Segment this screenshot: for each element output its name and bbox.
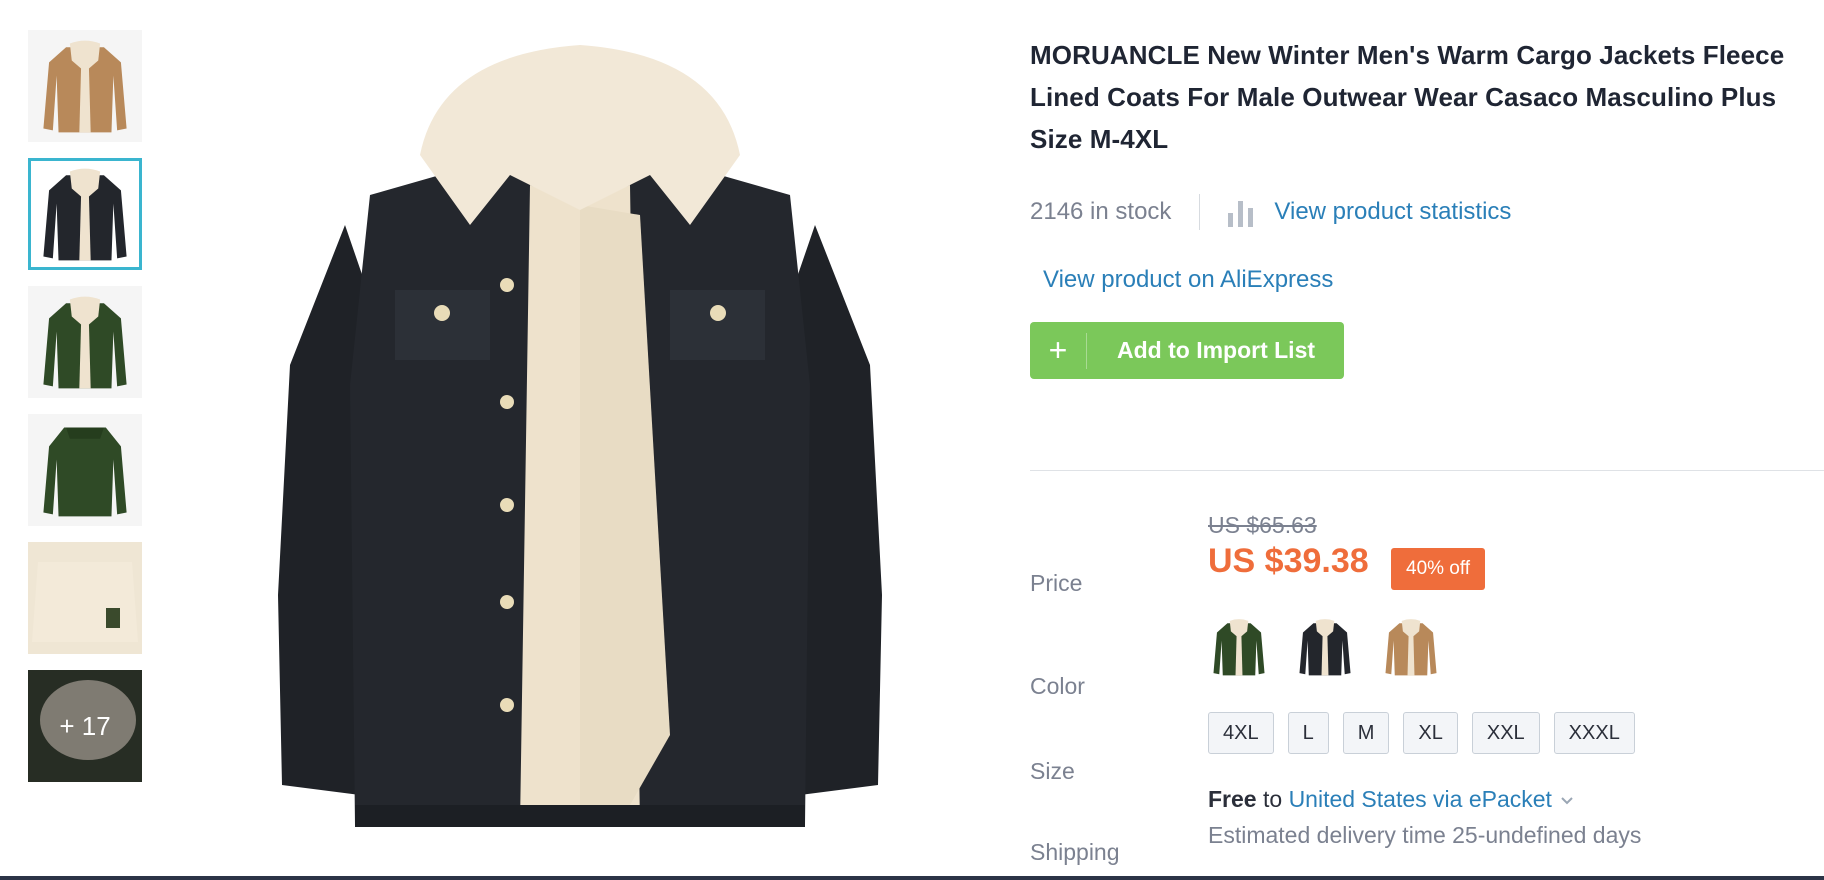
size-option-4xl[interactable]: 4XL [1208,712,1274,754]
product-title: MORUANCLE New Winter Men's Warm Cargo Ja… [1030,40,1785,154]
size-option-xxxl[interactable]: XXXL [1553,712,1635,754]
size-option-l[interactable]: L [1287,712,1329,754]
thumbnail-green-jacket-back[interactable] [28,414,142,526]
size-option-xl[interactable]: XL [1403,712,1458,754]
divider [1199,194,1201,230]
thumbnail-list: + 17 [28,30,143,798]
delivery-estimate: Estimated delivery time 25-undefined day… [1208,822,1642,848]
product-page: + 17 MORUANCLE New Winter Men's Warm Car… [0,0,1824,880]
shipping-destination: United States via ePacket [1288,786,1552,812]
color-option-black[interactable] [1296,612,1354,682]
size-options: 4XL L M XL XXL XXXL [1208,712,1649,754]
shipping-summary: Free to United States via ePacket [1208,786,1574,813]
jacket-black-swatch [1299,619,1351,676]
size-label: Size [1030,758,1075,784]
color-options [1210,612,1440,682]
shipping-connector: to [1262,786,1283,812]
thumbnail-more[interactable]: + 17 [28,670,142,782]
jacket-green-back-image [43,427,127,517]
color-option-tan[interactable] [1382,612,1440,682]
view-statistics-link[interactable]: View product statistics [1228,197,1511,227]
thumbnail-lining[interactable] [28,542,142,654]
product-details: MORUANCLE New Winter Men's Warm Cargo Ja… [1030,34,1824,865]
chevron-down-icon [1561,797,1573,805]
thumbnail-tan-jacket[interactable] [28,30,142,142]
view-on-aliexpress-link[interactable]: View product on AliExpress [1043,266,1333,294]
jacket-black-image [43,168,127,261]
add-to-import-list-button[interactable]: + Add to Import List [1030,322,1344,379]
size-option-m[interactable]: M [1342,712,1390,754]
view-statistics-label: View product statistics [1274,198,1512,225]
size-option-xxl[interactable]: XXL [1471,712,1540,754]
jacket-tan-swatch [1385,619,1437,676]
shipping-destination-dropdown[interactable]: United States via ePacket [1289,786,1574,812]
bar-chart-icon [1228,201,1254,227]
jacket-lining-image [28,542,142,654]
more-images-overlay: + 17 [28,670,142,782]
section-divider [1030,470,1824,471]
stock-row: 2146 in stock View product statistics [1030,194,1824,230]
jacket-black-large-image [278,45,882,827]
shipping-cost: Free [1208,786,1257,812]
jacket-green-image [43,296,127,389]
jacket-green-swatch [1213,619,1265,676]
jacket-tan-image [43,40,127,133]
thumbnail-green-jacket[interactable] [28,286,142,398]
color-label: Color [1030,673,1085,699]
discount-badge: 40% off [1391,548,1486,590]
original-price: US $65.63 [1208,512,1317,538]
add-to-import-list-label: Add to Import List [1117,337,1316,363]
bottom-bar [0,876,1824,880]
price-label: Price [1030,570,1083,596]
stock-count: 2146 in stock [1030,198,1172,225]
thumbnail-black-jacket[interactable] [28,158,142,270]
shipping-label: Shipping [1030,839,1120,865]
current-price: US $39.38 [1208,542,1369,580]
color-option-green[interactable] [1210,612,1268,682]
main-product-image [230,35,930,835]
plus-icon: + [1048,332,1068,368]
more-images-count: + 17 [59,710,111,741]
